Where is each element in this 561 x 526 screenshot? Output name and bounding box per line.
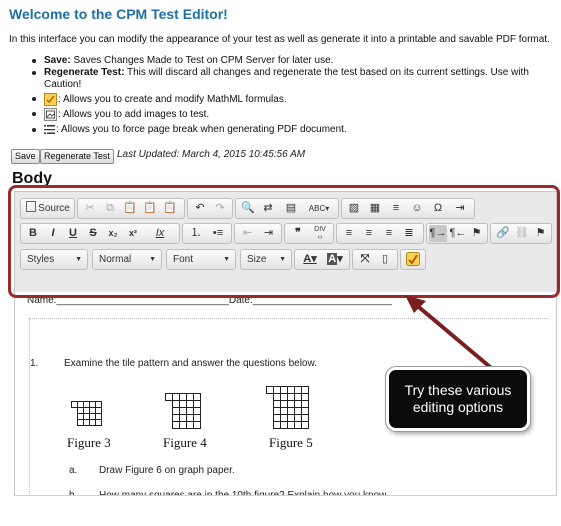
- bullet-dot: [32, 59, 36, 63]
- bottom-edge: [14, 495, 557, 496]
- bullet-text-cont: Caution!: [44, 79, 82, 90]
- page-break-icon: [44, 124, 55, 135]
- sub-question-a-text: Draw Figure 6 on graph paper.: [99, 465, 235, 476]
- callout-line-2: editing options: [412, 399, 504, 415]
- bullet-label: Save:: [44, 55, 71, 66]
- bullet-dot: [32, 97, 36, 101]
- callout-line-1: Try these various: [404, 382, 512, 398]
- bullet-text: This will discard all changes and regene…: [124, 67, 529, 78]
- bullet-dot: [32, 128, 36, 132]
- question-text: Examine the tile pattern and answer the …: [64, 358, 317, 369]
- bullet-text: : Allows you to create and modify MathML…: [58, 94, 287, 106]
- bullet-text: : Allows you to force page break when ge…: [56, 124, 347, 136]
- toolbar-highlight-box: [8, 185, 560, 298]
- bullet-save: Save: Saves Changes Made to Test on CPM …: [32, 55, 334, 67]
- page-title: Welcome to the CPM Test Editor!: [9, 6, 228, 22]
- save-button[interactable]: Save: [11, 149, 40, 164]
- figure-3-grid: [71, 401, 102, 426]
- bullet-image: : Allows you to add images to test.: [32, 108, 210, 121]
- bullet-text: Saves Changes Made to Test on CPM Server…: [70, 55, 334, 66]
- regenerate-test-button[interactable]: Regenerate Test: [40, 149, 114, 164]
- sub-question-a-label: a.: [69, 465, 78, 476]
- page-border-top: [29, 318, 549, 320]
- image-icon: [44, 108, 57, 121]
- figure-4-grid: [165, 393, 201, 429]
- intro-text: In this interface you can modify the app…: [9, 34, 550, 45]
- bullet-pagebreak: : Allows you to force page break when ge…: [32, 124, 347, 136]
- bottom-mask: [0, 496, 561, 526]
- bullet-text: : Allows you to add images to test.: [58, 109, 210, 121]
- figure-3-caption: Figure 3: [67, 435, 111, 450]
- mathml-icon: [44, 93, 57, 106]
- question-number: 1.: [30, 358, 39, 369]
- page-border-left: [29, 318, 31, 498]
- figure-5-grid: [266, 386, 309, 429]
- bullet-dot: [32, 112, 36, 116]
- callout-box: Try these various editing options: [386, 367, 530, 431]
- bullet-mathml: : Allows you to create and modify MathML…: [32, 93, 287, 106]
- figure-5-caption: Figure 5: [269, 435, 313, 450]
- last-updated: Last Updated: March 4, 2015 10:45:56 AM: [117, 149, 306, 160]
- bullet-dot: [32, 71, 36, 75]
- figure-4-caption: Figure 4: [163, 435, 207, 450]
- bullet-label: Regenerate Test:: [44, 67, 125, 78]
- bullet-regenerate: Regenerate Test: This will discard all c…: [32, 67, 529, 91]
